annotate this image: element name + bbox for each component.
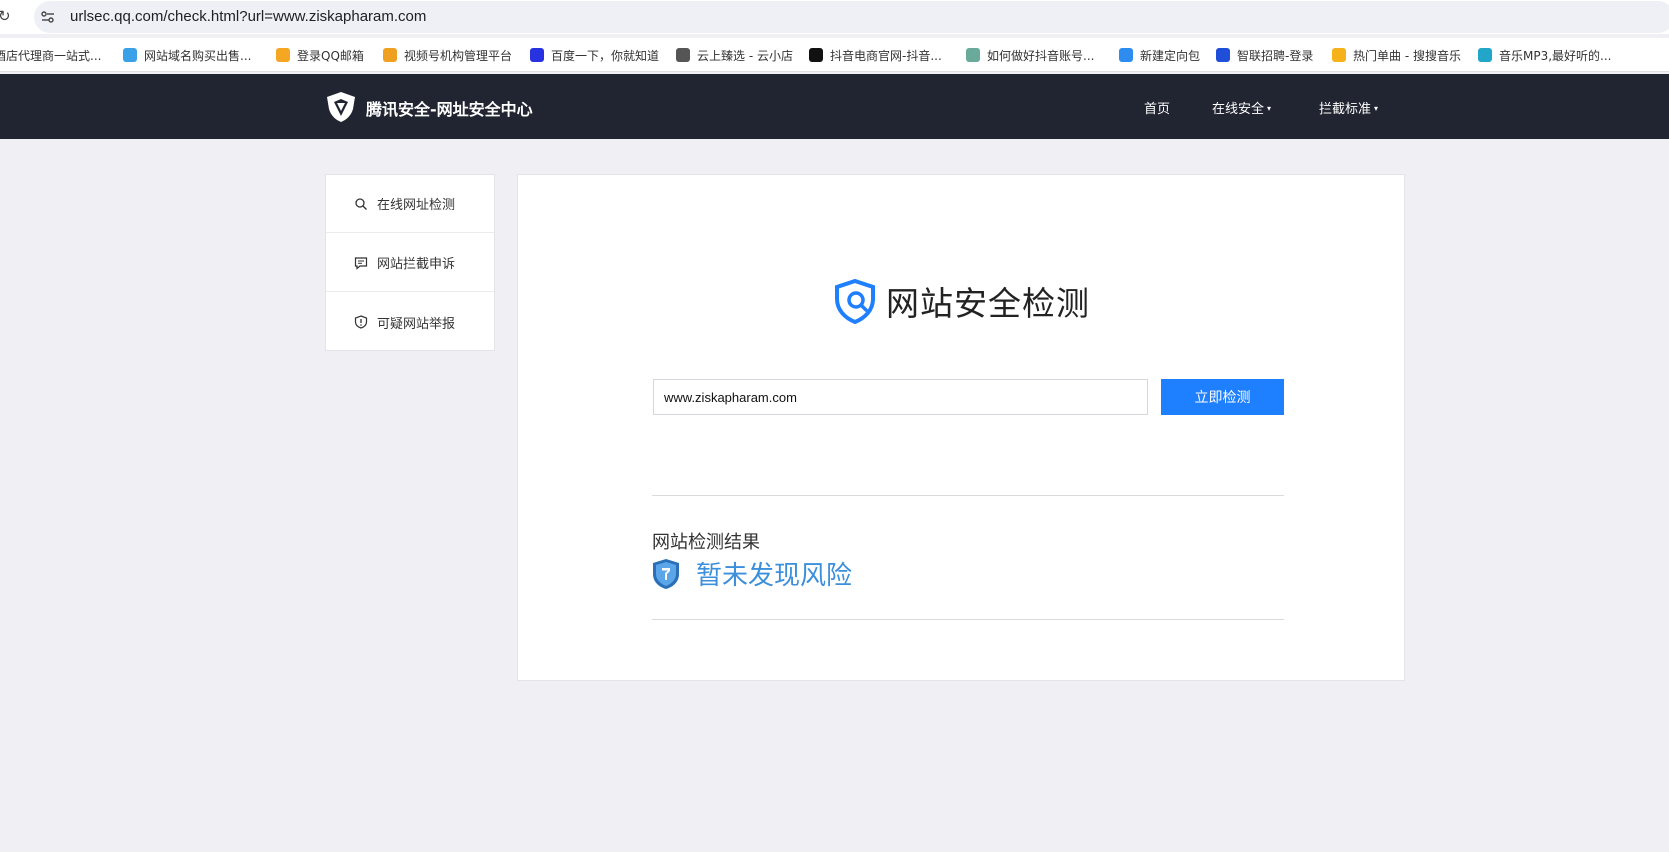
chevron-down-icon: ▾ [1374, 104, 1379, 113]
bookmark-label: 视频号机构管理平台 [404, 48, 513, 63]
bookmark-label: 网站域名购买出售... [144, 48, 252, 63]
bookmark-item[interactable]: 音乐MP3,最好听的... [1478, 46, 1611, 64]
bookmark-label: 抖音电商官网-抖音... [830, 48, 942, 63]
search-icon [355, 197, 367, 210]
bookmark-label: 酒店代理商一站式... [0, 48, 102, 63]
bookmark-item[interactable]: 新建定向包 [1119, 46, 1200, 64]
divider [652, 619, 1284, 620]
bookmark-item[interactable]: 智联招聘-登录 [1216, 46, 1313, 64]
safe-shield-icon [653, 558, 679, 589]
bookmark-label: 新建定向包 [1140, 48, 1201, 63]
sidebar: 在线网址检测 网站拦截申诉 可疑网站举报 [325, 174, 495, 351]
site-title[interactable]: 腾讯安全-网址安全中心 [366, 96, 533, 120]
reload-icon[interactable]: ↻ [0, 8, 14, 24]
music-icon [1478, 48, 1492, 62]
nav-online-security[interactable]: 在线安全 ▾ [1212, 98, 1271, 117]
sogou-icon [1332, 48, 1346, 62]
bookmark-item[interactable]: 视频号机构管理平台 [383, 46, 512, 64]
nav-block-standards-label: 拦截标准 [1319, 102, 1372, 117]
chat-icon [354, 256, 368, 270]
sidebar-item-label: 在线网址检测 [377, 198, 456, 213]
nav-home-label: 首页 [1144, 102, 1171, 117]
bookmarks-bar: 酒店代理商一站式... 网站域名购买出售... 登录QQ邮箱 视频号机构管理平台 百度一… [0, 38, 1669, 72]
check-now-button[interactable]: 立即检测 [1161, 379, 1284, 415]
nav-home[interactable]: 首页 [1144, 98, 1170, 117]
result-row: 暂未发现风险 [652, 555, 852, 592]
bookmark-label: 如何做好抖音账号... [987, 48, 1095, 63]
bookmark-label: 音乐MP3,最好听的... [1499, 48, 1612, 63]
tencent-security-logo-icon[interactable] [324, 90, 358, 124]
sidebar-item-appeal[interactable]: 网站拦截申诉 [326, 234, 494, 292]
trophy-icon [966, 48, 980, 62]
browser-address-bar: ↻ urlsec.qq.com/check.html?url=www.ziska… [0, 0, 1669, 34]
sidebar-item-report[interactable]: 可疑网站举报 [326, 293, 494, 351]
shield-alert-icon [354, 315, 368, 329]
divider [652, 495, 1284, 496]
bookmark-item[interactable]: 热门单曲 - 搜搜音乐 [1332, 46, 1461, 64]
bookmark-item[interactable]: 登录QQ邮箱 [276, 46, 364, 64]
bookmark-label: 百度一下，你就知道 [551, 48, 660, 63]
bookmark-item[interactable]: 酒店代理商一站式... [0, 46, 101, 64]
result-label: 网站检测结果 [652, 532, 760, 553]
nav-online-security-label: 在线安全 [1212, 102, 1265, 117]
site-settings-icon[interactable] [40, 9, 56, 25]
globe-icon [676, 48, 690, 62]
sidebar-item-label: 可疑网站举报 [377, 316, 456, 332]
baidu-icon [530, 48, 544, 62]
zhilian-icon [1216, 48, 1230, 62]
url-text[interactable]: urlsec.qq.com/check.html?url=www.ziskaph… [70, 8, 426, 25]
nav-block-standards[interactable]: 拦截标准 ▾ [1319, 98, 1378, 117]
page-title: 网站安全检测 [886, 284, 1090, 323]
bookmark-item[interactable]: 云上臻选 - 云小店 [676, 46, 793, 64]
bookmark-item[interactable]: 如何做好抖音账号... [966, 46, 1094, 64]
qqmail-icon [276, 48, 290, 62]
chevron-down-icon: ▾ [1267, 104, 1272, 113]
bookmark-label: 云上臻选 - 云小店 [697, 48, 793, 63]
site-header: 腾讯安全-网址安全中心 首页 在线安全 ▾ 拦截标准 ▾ [0, 74, 1669, 139]
shield-search-icon [835, 278, 875, 324]
sidebar-item-url-check[interactable]: 在线网址检测 [326, 175, 494, 233]
bookmark-item[interactable]: 网站域名购买出售... [123, 46, 251, 64]
sidebar-item-label: 网站拦截申诉 [377, 257, 456, 272]
bookmark-item[interactable]: 抖音电商官网-抖音... [809, 46, 942, 64]
bookmark-label: 热门单曲 - 搜搜音乐 [1353, 48, 1461, 63]
result-status: 暂未发现风险 [696, 561, 853, 591]
hero-title-row: 网站安全检测 [832, 277, 1090, 325]
domain-icon [123, 48, 137, 62]
url-check-input[interactable] [653, 379, 1148, 415]
bookmark-label: 智联招聘-登录 [1237, 48, 1314, 63]
chart-icon [1119, 48, 1133, 62]
channels-icon [383, 48, 397, 62]
main-panel: 网站安全检测 立即检测 网站检测结果 暂未发现风险 [517, 174, 1405, 681]
bookmark-item[interactable]: 百度一下，你就知道 [530, 46, 659, 64]
douyin-icon [809, 48, 823, 62]
bookmark-label: 登录QQ邮箱 [297, 48, 364, 63]
